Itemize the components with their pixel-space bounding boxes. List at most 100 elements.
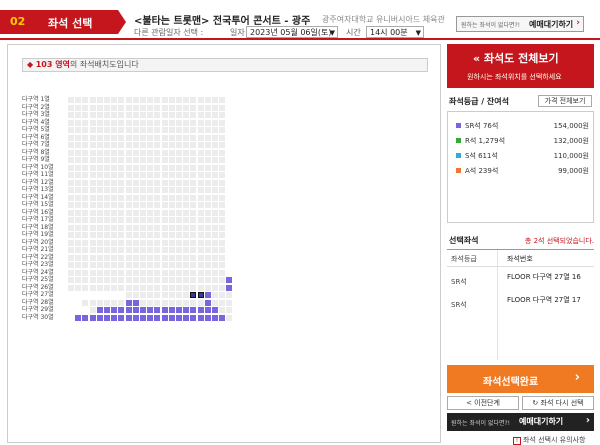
seat-unavailable <box>197 209 204 216</box>
full-seatmap-button[interactable]: « 좌석도 전체보기 원하시는 좌석위치를 선택하세요 <box>447 44 594 88</box>
seat-unavailable <box>104 97 110 103</box>
seat-unavailable <box>212 217 218 223</box>
seat-selected[interactable] <box>197 292 204 298</box>
grade-item[interactable]: A석 239석 99,000원 <box>456 165 589 177</box>
seat-unavailable <box>197 134 204 141</box>
seat-unavailable <box>168 127 175 133</box>
waitlist-button-bottom[interactable]: 원하는 좌석이 없다면?! 예매대기하기 › <box>447 413 594 431</box>
full-seatmap-sub: 원하시는 좌석위치를 선택하세요 <box>467 73 562 81</box>
seat-available-sr[interactable] <box>154 307 161 313</box>
seat-unavailable <box>75 179 82 186</box>
seat-unavailable <box>161 262 168 268</box>
seat-unavailable <box>147 104 154 111</box>
seat-available-sr[interactable] <box>197 314 204 321</box>
seat-available-sr[interactable] <box>197 307 204 313</box>
seat-unavailable <box>183 284 190 291</box>
seat-available-sr[interactable] <box>204 299 211 306</box>
seat-available-sr[interactable] <box>140 314 146 321</box>
date-select[interactable]: 2023년 05월 06일(토) ▼ <box>246 26 338 38</box>
seat-available-sr[interactable] <box>183 307 190 313</box>
seat-available-sr[interactable] <box>204 292 211 298</box>
seat-available-sr[interactable] <box>204 307 211 313</box>
seat-unavailable <box>147 269 154 276</box>
grade-item[interactable]: SR석 76석 154,000원 <box>456 120 589 132</box>
seat-available-sr[interactable] <box>125 307 132 313</box>
seat-unavailable <box>104 247 110 253</box>
seat-available-sr[interactable] <box>183 314 190 321</box>
seat-available-sr[interactable] <box>132 299 139 306</box>
price-all-button[interactable]: 가격 전체보기 <box>538 95 592 107</box>
seat-available-sr[interactable] <box>111 314 118 321</box>
seat-available-sr[interactable] <box>96 307 103 313</box>
seat-available-sr[interactable] <box>226 284 233 291</box>
seat-available-sr[interactable] <box>212 314 218 321</box>
seat-available-sr[interactable] <box>168 307 175 313</box>
seat-complete-button[interactable]: 좌석선택완료 › <box>447 365 594 393</box>
seat-selected[interactable] <box>190 292 197 298</box>
seat-available-sr[interactable] <box>89 314 96 321</box>
reset-seat-button[interactable]: ↻ 좌석 다시 선택 <box>522 396 594 410</box>
seat-available-sr[interactable] <box>125 314 132 321</box>
seat-unavailable <box>183 217 190 223</box>
seat-notice-link[interactable]: ! 좌석 선택시 유의사항 <box>513 435 585 445</box>
seat-available-sr[interactable] <box>212 307 218 313</box>
seat-unavailable <box>190 269 197 276</box>
seat-available-sr[interactable] <box>125 299 132 306</box>
row-label: 다구역 29열 <box>22 306 54 313</box>
seat-unavailable <box>118 134 125 141</box>
seat-available-sr[interactable] <box>147 307 154 313</box>
seat-available-sr[interactable] <box>118 307 125 313</box>
seat-unavailable <box>154 232 161 238</box>
seat-unavailable <box>104 104 110 111</box>
seat-available-sr[interactable] <box>161 307 168 313</box>
seat-available-sr[interactable] <box>132 314 139 321</box>
seat-unavailable <box>132 172 139 178</box>
seat-unavailable <box>111 224 118 231</box>
seat-available-sr[interactable] <box>96 314 103 321</box>
seat-available-sr[interactable] <box>132 307 139 313</box>
seat-available-sr[interactable] <box>111 307 118 313</box>
seat-unavailable <box>104 299 110 306</box>
seat-available-sr[interactable] <box>161 314 168 321</box>
seat-unavailable <box>82 104 89 111</box>
seat-available-sr[interactable] <box>219 314 226 321</box>
seat-unavailable <box>68 172 74 178</box>
seat-unavailable <box>212 194 218 201</box>
row-label: 다구역 5열 <box>22 126 50 133</box>
seat-unavailable <box>161 299 168 306</box>
seat-available-sr[interactable] <box>168 314 175 321</box>
seat-unavailable <box>132 194 139 201</box>
seat-available-sr[interactable] <box>154 314 161 321</box>
seat-available-sr[interactable] <box>104 307 110 313</box>
row-label: 다구역 20열 <box>22 238 54 246</box>
seat-available-sr[interactable] <box>204 314 211 321</box>
seat-available-sr[interactable] <box>140 307 146 313</box>
selected-title: 선택좌석 <box>449 236 479 245</box>
seat-unavailable <box>68 164 74 171</box>
seat-unavailable <box>147 284 154 291</box>
seat-available-sr[interactable] <box>190 314 197 321</box>
seat-available-sr[interactable] <box>176 314 182 321</box>
time-select[interactable]: 14시 00분 ▼ <box>366 26 424 38</box>
seat-unavailable <box>161 269 168 276</box>
row-label: 다구역 28열 <box>22 298 54 306</box>
seat-available-sr[interactable] <box>147 314 154 321</box>
seat-available-sr[interactable] <box>75 314 82 321</box>
seat-available-sr[interactable] <box>118 314 125 321</box>
grade-item[interactable]: R석 1,279석 132,000원 <box>456 135 589 147</box>
seat-unavailable <box>82 187 89 193</box>
seat-available-sr[interactable] <box>82 314 89 321</box>
prev-step-button[interactable]: < 이전단계 <box>447 396 519 410</box>
seat-available-sr[interactable] <box>176 307 182 313</box>
waitlist-button-top[interactable]: 원하는 좌석이 없다면?! 예매대기하기 › <box>456 16 584 32</box>
seat-available-sr[interactable] <box>190 307 197 313</box>
seat-unavailable <box>140 187 146 193</box>
seat-unavailable <box>219 149 226 156</box>
seat-unavailable <box>75 224 82 231</box>
seat-available-sr[interactable] <box>104 314 110 321</box>
seat-unavailable <box>68 112 74 118</box>
seat-unavailable <box>176 262 182 268</box>
seat-available-sr[interactable] <box>226 277 233 283</box>
grade-item[interactable]: S석 611석 110,000원 <box>456 150 589 162</box>
seat-unavailable <box>140 97 146 103</box>
